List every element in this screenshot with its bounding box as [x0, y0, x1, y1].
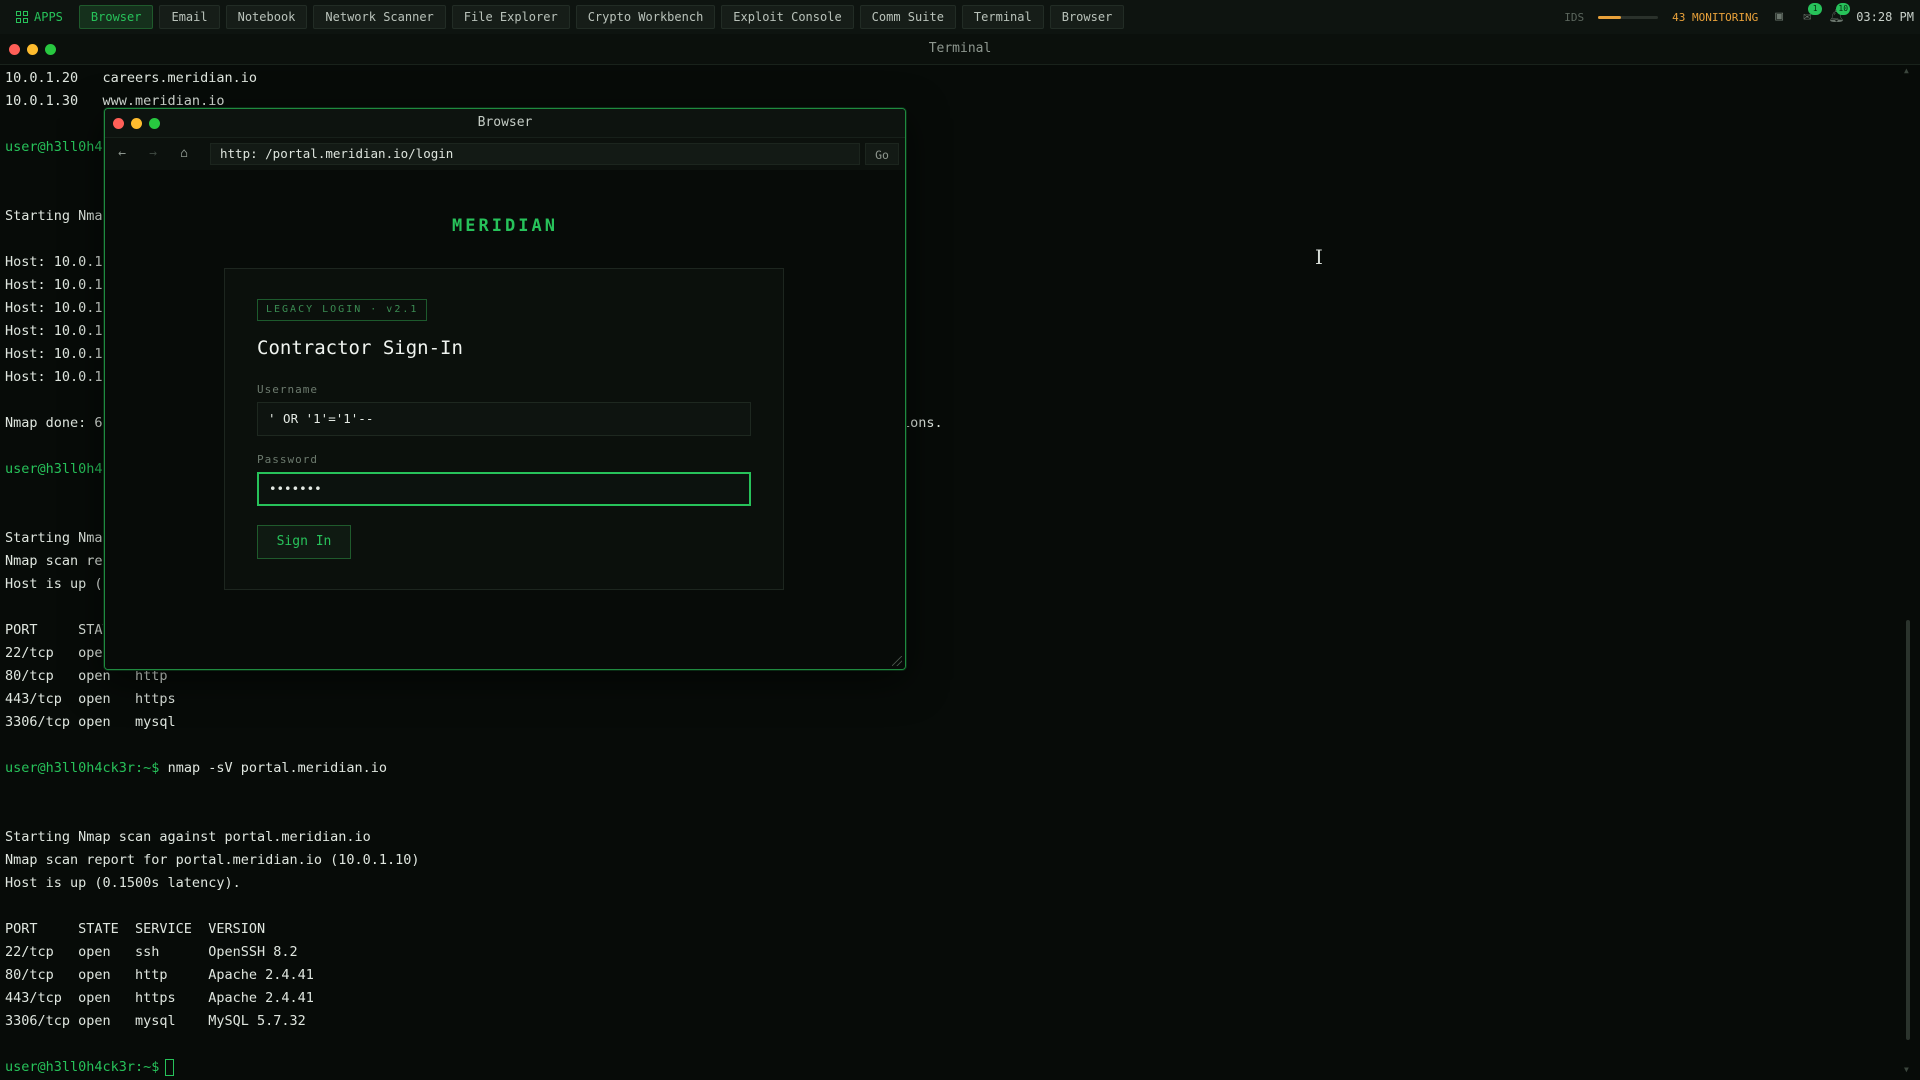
home-icon[interactable]: ⌂: [173, 143, 195, 165]
terminal-line: Starting Nmap: [5, 530, 111, 546]
terminal-line: Host: 10.0.10: [5, 254, 111, 270]
apps-button[interactable]: APPS: [16, 10, 63, 24]
terminal-line: Host: 10.0.1.: [5, 346, 111, 362]
tab-file-explorer[interactable]: File Explorer: [451, 5, 570, 29]
username-value: ' OR '1'='1'--: [268, 411, 374, 426]
grid-icon: [16, 11, 28, 23]
url-text: http: /portal.meridian.io/login: [220, 146, 454, 161]
terminal-line: Host: 10.0.10: [5, 323, 111, 339]
go-button[interactable]: Go: [865, 143, 899, 165]
save-icon[interactable]: ▣: [1772, 10, 1786, 24]
apps-label: APPS: [34, 10, 63, 24]
browser-page: MERIDIAN LEGACY LOGIN · v2.1 Contractor …: [105, 170, 905, 669]
sign-in-button[interactable]: Sign In: [257, 525, 351, 559]
url-input[interactable]: http: /portal.meridian.io/login: [210, 143, 860, 165]
app-tabs: Browser Email Notebook Network Scanner F…: [78, 5, 1125, 29]
browser-title: Browser: [477, 115, 533, 130]
terminal-line: ions.: [902, 415, 943, 431]
terminal-prompt: user@h3ll0h4c: [5, 139, 111, 155]
form-title: Contractor Sign-In: [257, 337, 463, 359]
password-value: •••••••: [269, 481, 322, 496]
terminal-line: Host is up (0.1500s latency).: [5, 875, 241, 891]
password-label: Password: [257, 453, 318, 466]
tab-email[interactable]: Email: [159, 5, 220, 29]
terminal-line: PORT STAT: [5, 622, 111, 638]
username-label: Username: [257, 383, 318, 396]
username-field[interactable]: ' OR '1'='1'--: [257, 402, 751, 436]
terminal-input-line[interactable]: user@h3ll0h4ck3r:~$: [5, 1057, 175, 1077]
text-cursor: [165, 1058, 175, 1076]
ids-meter-fill: [1598, 15, 1621, 19]
terminal-scrollbar[interactable]: ▲ ▼: [1904, 66, 1911, 1074]
tab-crypto-workbench[interactable]: Crypto Workbench: [575, 5, 716, 29]
scrollbar-thumb[interactable]: [1906, 620, 1910, 1040]
terminal-line: Host: 10.0.1.: [5, 277, 111, 293]
resize-handle[interactable]: [892, 656, 902, 666]
terminal-line: Starting Nmap scan against portal.meridi…: [5, 829, 371, 845]
terminal-command-line: user@h3ll0h4ck3r:~$ nmap -sV portal.meri…: [5, 760, 388, 776]
bell-icon[interactable]: 🔔︎ 10: [1828, 3, 1851, 24]
clock: 03:28 PM: [1856, 10, 1914, 24]
tab-notebook[interactable]: Notebook: [225, 5, 308, 29]
ids-label: IDS: [1564, 10, 1585, 24]
terminal-line: Nmap done: 6: [5, 415, 103, 431]
terminal-line: Host: 10.0.1.: [5, 300, 111, 316]
top-bar: APPS Browser Email Notebook Network Scan…: [0, 0, 1920, 35]
version-badge: LEGACY LOGIN · v2.1: [257, 299, 428, 321]
terminal-prompt: user@h3ll0h4c: [5, 461, 111, 477]
terminal-line: 3306/tcp open mysql: [5, 714, 176, 730]
terminal-line: Host is up (0: [5, 576, 111, 592]
ids-meter: [1598, 15, 1659, 19]
browser-titlebar[interactable]: Browser: [105, 109, 905, 137]
terminal-line: 10.0.1.20 careers.meridian.io: [5, 70, 257, 86]
tab-browser-2[interactable]: Browser: [1049, 5, 1125, 29]
tab-terminal[interactable]: Terminal: [961, 5, 1044, 29]
scroll-up-icon[interactable]: ▲: [1904, 66, 1909, 75]
status-area: IDS 43 MONITORING ▣ ✉ 1 🔔︎ 10 03:28 PM: [1564, 0, 1914, 34]
tab-comm-suite[interactable]: Comm Suite: [859, 5, 956, 29]
tab-browser[interactable]: Browser: [78, 5, 154, 29]
mail-badge: 1: [1808, 3, 1823, 15]
terminal-title: Terminal: [928, 41, 992, 56]
terminal-line: 443/tcp open https: [5, 691, 176, 707]
site-logo: MERIDIAN: [452, 216, 558, 236]
browser-window: Browser ← → ⌂ http: /portal.meridian.io/…: [104, 108, 906, 670]
browser-toolbar: ← → ⌂ http: /portal.meridian.io/login Go: [105, 137, 905, 171]
terminal-line: 443/tcp open https Apache 2.4.41: [5, 990, 314, 1006]
terminal-line: 3306/tcp open mysql MySQL 5.7.32: [5, 1013, 306, 1029]
tab-network-scanner[interactable]: Network Scanner: [313, 5, 446, 29]
terminal-line: Nmap scan rep: [5, 553, 111, 569]
mail-icon[interactable]: ✉ 1: [1800, 3, 1823, 24]
terminal-line: 80/tcp open http Apache 2.4.41: [5, 967, 314, 983]
scroll-down-icon[interactable]: ▼: [1904, 1065, 1909, 1074]
terminal-line: PORT STATE SERVICE VERSION: [5, 921, 266, 937]
terminal-line: 22/tcp oper: [5, 645, 111, 661]
notification-badge: 10: [1836, 3, 1851, 15]
terminal-line: Nmap scan report for portal.meridian.io …: [5, 852, 420, 868]
monitoring-status: 43 MONITORING: [1672, 10, 1759, 24]
password-field[interactable]: •••••••: [257, 472, 751, 506]
mouse-cursor-icon: I: [1315, 245, 1323, 269]
terminal-line: Host: 10.0.10: [5, 369, 111, 385]
terminal-titlebar: Terminal: [0, 34, 1920, 65]
tab-exploit-console[interactable]: Exploit Console: [721, 5, 854, 29]
forward-icon[interactable]: →: [142, 143, 164, 165]
login-card: LEGACY LOGIN · v2.1 Contractor Sign-In U…: [224, 268, 784, 590]
terminal-line: Starting Nmap: [5, 208, 111, 224]
terminal-line: 22/tcp open ssh OpenSSH 8.2: [5, 944, 298, 960]
back-icon[interactable]: ←: [111, 143, 133, 165]
